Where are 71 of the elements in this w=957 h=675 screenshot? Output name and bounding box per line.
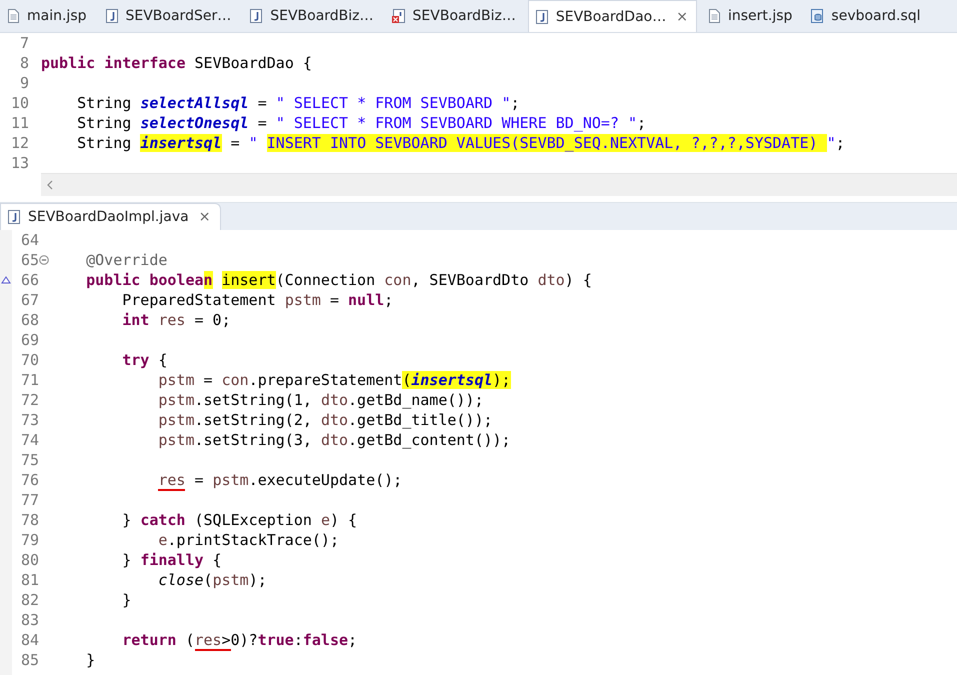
- file-icon: [5, 8, 21, 24]
- code-line: PreparedStatement pstm = null;: [121, 290, 394, 310]
- line-number: 85: [20, 650, 39, 670]
- code-line: public interface SEVBoardDao {: [41, 53, 312, 73]
- line-number: 81: [20, 570, 39, 590]
- code-line: String selectOnesql = " SELECT * FROM SEVBOARD WHERE BD_NO=? ";: [76, 113, 646, 133]
- line-number: 72: [20, 390, 39, 410]
- tab-label: main.jsp: [27, 8, 86, 24]
- java-file-icon: [6, 209, 22, 225]
- line-number: 83: [20, 610, 39, 630]
- java-file-icon: [104, 8, 120, 24]
- error-file-icon: [390, 8, 407, 24]
- code-line: try {: [121, 350, 168, 370]
- line-number: 11: [10, 113, 29, 133]
- collapse-icon[interactable]: [39, 255, 49, 265]
- tab-label: sevboard.sql: [831, 8, 921, 24]
- editor-tab[interactable]: SEVBoardDaoImpl.java ×: [0, 203, 222, 230]
- java-file-icon: [248, 8, 264, 24]
- code-line: }: [121, 590, 132, 610]
- line-number: 10: [10, 93, 29, 113]
- line-number: 78: [20, 510, 39, 530]
- editor-tab[interactable]: SEVBoardDao… ×: [528, 0, 697, 32]
- code-line: public boolean insert(Connection con, SEVBoardDto dto) {: [85, 270, 592, 290]
- line-number: 64: [20, 230, 39, 250]
- code-line: String selectAllsql = " SELECT * FROM SEVBOARD ";: [76, 93, 520, 113]
- line-number: 77: [20, 490, 39, 510]
- code-line: e.printStackTrace();: [157, 530, 339, 550]
- code-line: }: [85, 650, 96, 670]
- code-line: close(pstm);: [157, 570, 267, 590]
- line-number: 70: [20, 350, 39, 370]
- tab-label: SEVBoardDaoImpl.java: [28, 209, 189, 225]
- code-line: return (res>0)?true:false;: [121, 630, 358, 650]
- line-number: 75: [20, 450, 39, 470]
- line-number: 65: [20, 250, 39, 270]
- line-number: 71: [20, 370, 39, 390]
- tab-label: insert.jsp: [728, 8, 792, 24]
- tab-label: SEVBoardBiz…: [412, 8, 516, 24]
- tab-label: SEVBoardBiz…: [270, 8, 374, 24]
- java-file-icon: [534, 8, 550, 24]
- line-number: 80: [20, 550, 39, 570]
- line-number: 66: [20, 270, 39, 290]
- close-icon[interactable]: ×: [676, 8, 688, 24]
- code-line: pstm.setString(1, dto.getBd_name());: [157, 390, 484, 410]
- line-number: 12: [10, 133, 29, 153]
- close-icon[interactable]: ×: [198, 209, 210, 225]
- tab-label: SEVBoardSer…: [126, 8, 232, 24]
- code-line: int res = 0;: [121, 310, 231, 330]
- horizontal-scrollbar[interactable]: [41, 173, 957, 196]
- scroll-left-icon[interactable]: [46, 180, 54, 190]
- line-number: 79: [20, 530, 39, 550]
- tab-label: SEVBoardDao…: [556, 8, 666, 24]
- line-number: 82: [20, 590, 39, 610]
- line-number: 68: [20, 310, 39, 330]
- line-number: 73: [20, 410, 39, 430]
- code-line: } catch (SQLException e) {: [121, 510, 358, 530]
- code-line: } finally {: [121, 550, 222, 570]
- code-line: pstm.setString(2, dto.getBd_title());: [157, 410, 493, 430]
- code-line: pstm.setString(3, dto.getBd_content());: [157, 430, 511, 450]
- code-line: @Override: [85, 250, 168, 270]
- line-number: 7: [18, 33, 29, 53]
- line-number: 69: [20, 330, 39, 350]
- line-number: 84: [20, 630, 39, 650]
- line-number: 8: [18, 53, 29, 73]
- line-number: 9: [18, 73, 29, 93]
- code-line: pstm = con.prepareStatement(insertsql);: [157, 370, 511, 390]
- line-number: 74: [20, 430, 39, 450]
- database-file-icon: [809, 8, 826, 24]
- code-line: res = pstm.executeUpdate();: [157, 470, 402, 490]
- line-number: 13: [10, 153, 29, 173]
- line-number: 67: [20, 290, 39, 310]
- line-number: 76: [20, 470, 39, 490]
